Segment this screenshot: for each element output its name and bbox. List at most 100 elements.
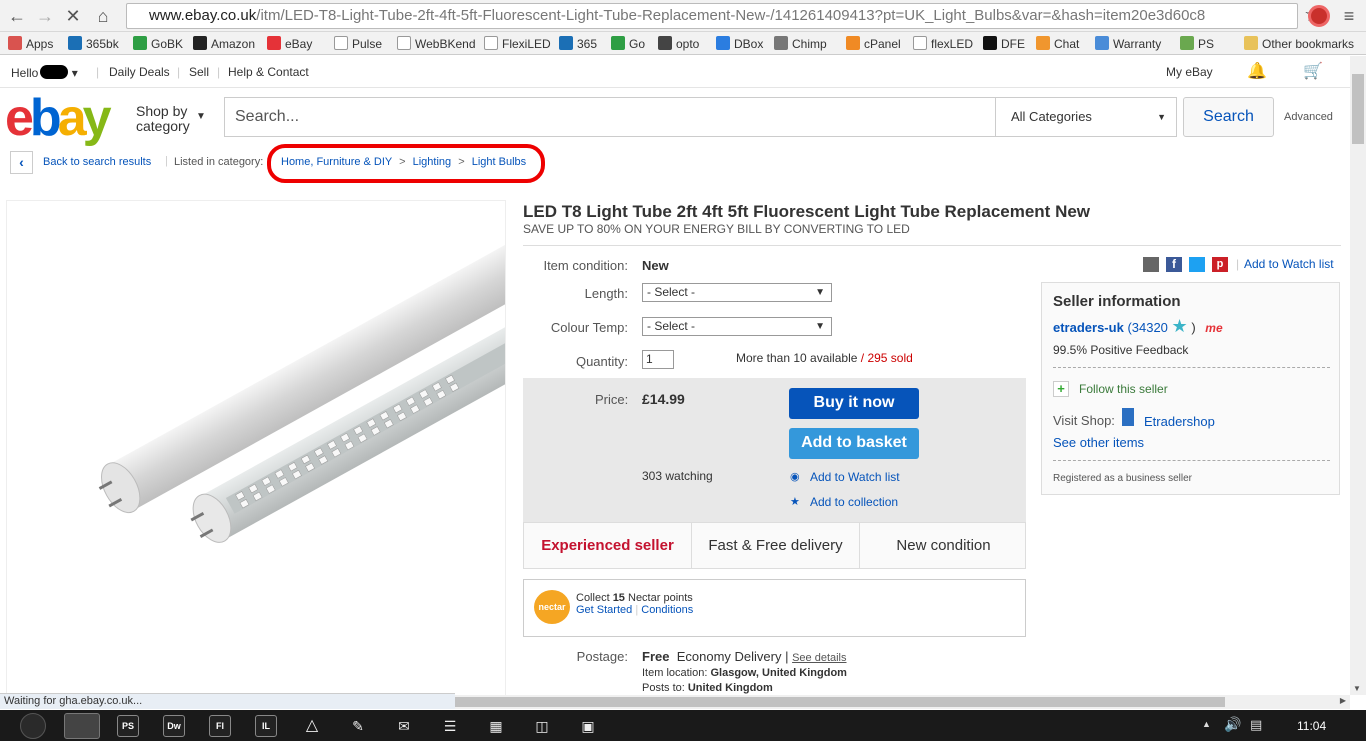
taskbar-grid-icon[interactable]: ▦ <box>485 715 507 737</box>
hello-user[interactable]: Hello ▾ <box>11 65 78 80</box>
taskbar-chat-icon[interactable]: ✉ <box>393 715 415 737</box>
bookmark-go[interactable]: Go <box>611 36 645 52</box>
advanced-search-link[interactable]: Advanced <box>1284 111 1333 123</box>
taskbar-dw[interactable]: Dw <box>163 715 185 737</box>
colour-temp-select[interactable]: - Select - ▼ <box>642 317 832 336</box>
add-to-collection-link[interactable]: Add to collection <box>810 495 898 509</box>
scroll-right-icon[interactable]: ▶ <box>1340 696 1346 705</box>
email-share-icon[interactable] <box>1143 257 1159 272</box>
pinterest-icon[interactable]: p <box>1212 257 1228 272</box>
add-to-watch-list-link[interactable]: Add to Watch list <box>810 470 900 484</box>
product-image[interactable] <box>6 200 506 700</box>
my-ebay-link[interactable]: My eBay <box>1166 65 1213 79</box>
bookmark-dfe[interactable]: DFE <box>983 36 1025 52</box>
bookmark-flexled[interactable]: flexLED <box>913 36 973 52</box>
chrome-taskbar-icon[interactable] <box>64 713 100 739</box>
network-icon[interactable]: ▤ <box>1250 717 1262 733</box>
nectar-get-started-link[interactable]: Get Started <box>576 604 632 616</box>
bookmark-webbkend[interactable]: WebBKend <box>397 36 476 52</box>
nectar-conditions-link[interactable]: Conditions <box>641 604 693 616</box>
ebay-logo[interactable]: ebay <box>5 92 112 144</box>
horizontal-scrollbar[interactable]: ▶ <box>455 695 1350 709</box>
quantity-label: Quantity: <box>575 354 628 369</box>
add-to-basket-button[interactable]: Add to basket <box>789 428 919 459</box>
bookmark-warranty[interactable]: Warranty <box>1095 36 1161 52</box>
bookmark-flexiled[interactable]: FlexiLED <box>484 36 551 52</box>
length-select[interactable]: - Select - ▼ <box>642 283 832 302</box>
search-input[interactable]: Search... <box>224 97 996 137</box>
search-button[interactable]: Search <box>1183 97 1274 137</box>
feedback-score-link[interactable]: (34320 <box>1127 320 1167 335</box>
bookmark-pulse[interactable]: Pulse <box>334 36 382 52</box>
bookmark-gobk[interactable]: GoBK <box>133 36 183 52</box>
quantity-input[interactable]: 1 <box>642 350 674 369</box>
bookmark-ps[interactable]: PS <box>1180 36 1214 52</box>
bell-icon[interactable]: 🔔 <box>1247 61 1267 81</box>
me-icon[interactable]: me <box>1205 321 1222 335</box>
breadcrumb-lighting[interactable]: Lighting <box>413 156 452 168</box>
chevron-down-icon: ▼ <box>1157 112 1166 122</box>
home-icon[interactable]: ⌂ <box>92 5 114 27</box>
bookmark-favicon-icon <box>397 36 411 50</box>
sell-link[interactable]: Sell <box>189 65 209 79</box>
shop-name-link[interactable]: Etradershop <box>1144 414 1215 429</box>
taskbar-il[interactable]: IL <box>255 715 277 737</box>
taskbar-files-icon[interactable]: ◫ <box>531 715 553 737</box>
taskbar-folder-icon[interactable]: ▣ <box>577 715 599 737</box>
see-details-link[interactable]: See details <box>792 652 846 664</box>
scroll-down-icon[interactable]: ▼ <box>1353 684 1361 693</box>
bookmark-cpanel[interactable]: cPanel <box>846 36 901 52</box>
bookmark-chimp[interactable]: Chimp <box>774 36 827 52</box>
bookmark-365[interactable]: 365 <box>559 36 597 52</box>
tray-arrow-icon[interactable]: ▲ <box>1202 719 1211 729</box>
address-bar[interactable]: www.ebay.co.uk/itm/LED-T8-Light-Tube-2ft… <box>126 3 1298 29</box>
bookmark-chat[interactable]: Chat <box>1036 36 1079 52</box>
forward-arrow-icon[interactable]: → <box>34 5 56 27</box>
bookmark-favicon-icon <box>484 36 498 50</box>
clock[interactable]: 11:04 <box>1297 719 1326 733</box>
breadcrumb-home-furniture[interactable]: Home, Furniture & DIY <box>281 156 392 168</box>
taskbar-note-icon[interactable]: ☰ <box>439 715 461 737</box>
taskbar-vector-icon[interactable]: △ <box>301 715 323 737</box>
seller-name-link[interactable]: etraders-uk <box>1053 320 1124 335</box>
follow-seller-link[interactable]: Follow this seller <box>1079 382 1168 396</box>
extension-icon[interactable] <box>1308 5 1330 27</box>
scroll-thumb[interactable] <box>455 697 1225 707</box>
buy-it-now-button[interactable]: Buy it now <box>789 388 919 419</box>
help-contact-link[interactable]: Help & Contact <box>228 65 309 79</box>
taskbar-fl[interactable]: Fl <box>209 715 231 737</box>
back-to-search-link[interactable]: Back to search results <box>43 156 151 168</box>
other-bookmarks[interactable]: Other bookmarks <box>1244 36 1354 52</box>
stop-loading-icon[interactable]: ✕ <box>62 5 84 27</box>
back-arrow-icon[interactable]: ← <box>6 5 28 27</box>
taskbar-ps[interactable]: PS <box>117 715 139 737</box>
shop-by-category[interactable]: Shop by category <box>136 104 190 134</box>
item-title: LED T8 Light Tube 2ft 4ft 5ft Fluorescen… <box>523 202 1091 221</box>
divider <box>523 245 1341 246</box>
windows-taskbar: PS Dw Fl IL △ ✎ ✉ ☰ ▦ ◫ ▣ ▲ 🔊 ▤ 11:04 <box>0 710 1366 741</box>
plus-icon[interactable]: + <box>1053 381 1069 397</box>
menu-icon[interactable]: ≡ <box>1338 5 1360 27</box>
breadcrumb-light-bulbs[interactable]: Light Bulbs <box>472 156 526 168</box>
nectar-links: Get Started | Conditions <box>576 604 694 616</box>
back-chevron-icon[interactable]: ‹ <box>10 151 33 174</box>
cart-icon[interactable]: 🛒 <box>1303 61 1323 81</box>
bookmark-dbox[interactable]: DBox <box>716 36 763 52</box>
facebook-icon[interactable]: f <box>1166 257 1182 272</box>
category-select[interactable]: All Categories ▼ <box>995 97 1177 137</box>
daily-deals-link[interactable]: Daily Deals <box>109 65 170 79</box>
scroll-thumb[interactable] <box>1352 74 1364 144</box>
sold-count-link[interactable]: 295 sold <box>867 351 912 365</box>
bookmark-amazon[interactable]: Amazon <box>193 36 255 52</box>
bookmark-opto[interactable]: opto <box>658 36 699 52</box>
see-other-items-link[interactable]: See other items <box>1053 435 1144 450</box>
volume-icon[interactable]: 🔊 <box>1224 716 1241 733</box>
vertical-scrollbar[interactable]: ▼ <box>1350 56 1366 695</box>
twitter-icon[interactable] <box>1189 257 1205 272</box>
taskbar-edit-icon[interactable]: ✎ <box>347 715 369 737</box>
bookmark-apps[interactable]: Apps <box>8 36 53 52</box>
start-button-icon[interactable] <box>20 713 46 739</box>
add-to-watch-list-link-top[interactable]: Add to Watch list <box>1244 257 1334 271</box>
bookmark-ebay[interactable]: eBay <box>267 36 312 52</box>
bookmark-365bk[interactable]: 365bk <box>68 36 119 52</box>
